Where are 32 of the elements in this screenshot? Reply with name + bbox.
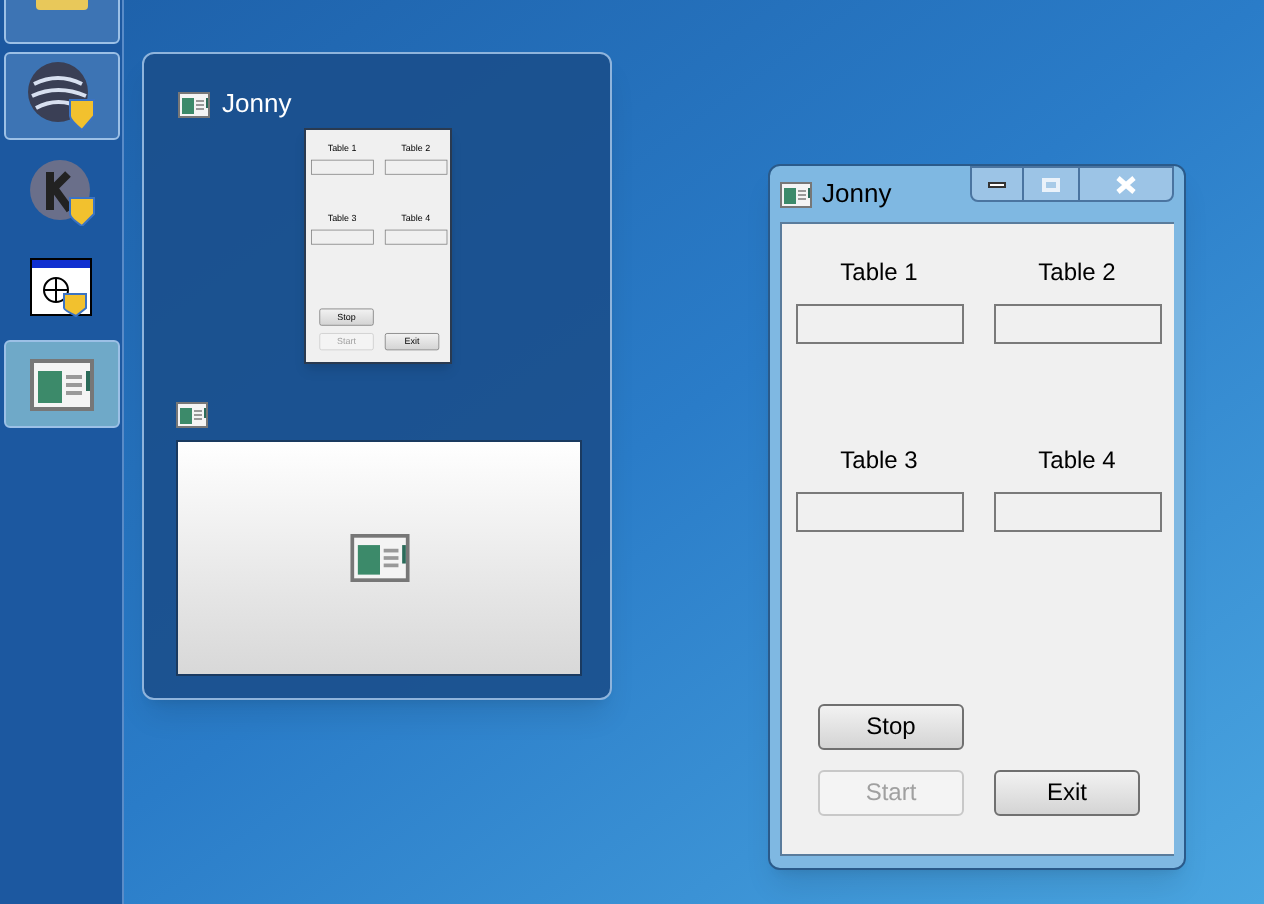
app-window-icon	[780, 181, 812, 207]
input-field[interactable]	[993, 304, 1161, 344]
app-window-icon	[29, 357, 93, 411]
app-window-icon	[176, 402, 208, 428]
form-button[interactable]: Stop	[818, 703, 964, 749]
dialog-shield-icon	[29, 258, 93, 318]
input-field[interactable]	[795, 304, 963, 344]
input-field[interactable]	[310, 159, 374, 175]
app-window-icon	[349, 534, 409, 582]
input-field[interactable]	[795, 492, 963, 532]
close-icon	[1116, 175, 1136, 193]
input-field[interactable]	[384, 159, 447, 175]
taskbar-button[interactable]	[3, 52, 119, 140]
k-shield-icon	[27, 158, 95, 226]
minimize-icon	[988, 181, 1006, 187]
table-label: Table 4	[1038, 444, 1116, 478]
table-label: Table 2	[1038, 256, 1116, 290]
window-preview[interactable]	[176, 440, 582, 676]
app-window-icon	[178, 91, 210, 117]
table-label: Table 3	[840, 444, 918, 478]
input-field[interactable]	[310, 229, 374, 245]
input-field[interactable]	[993, 492, 1161, 532]
input-field[interactable]	[384, 229, 447, 245]
form-button[interactable]: Exit	[994, 769, 1140, 815]
globe-shield-icon	[25, 60, 97, 132]
table-label: Table 1	[840, 256, 918, 290]
close-button[interactable]	[1078, 166, 1174, 202]
maximize-icon	[1042, 177, 1060, 191]
window-title: Jonny	[822, 176, 892, 213]
thumbnail-title: Jonny	[222, 86, 292, 123]
maximize-button[interactable]	[1024, 166, 1078, 202]
minimize-button[interactable]	[970, 166, 1024, 202]
